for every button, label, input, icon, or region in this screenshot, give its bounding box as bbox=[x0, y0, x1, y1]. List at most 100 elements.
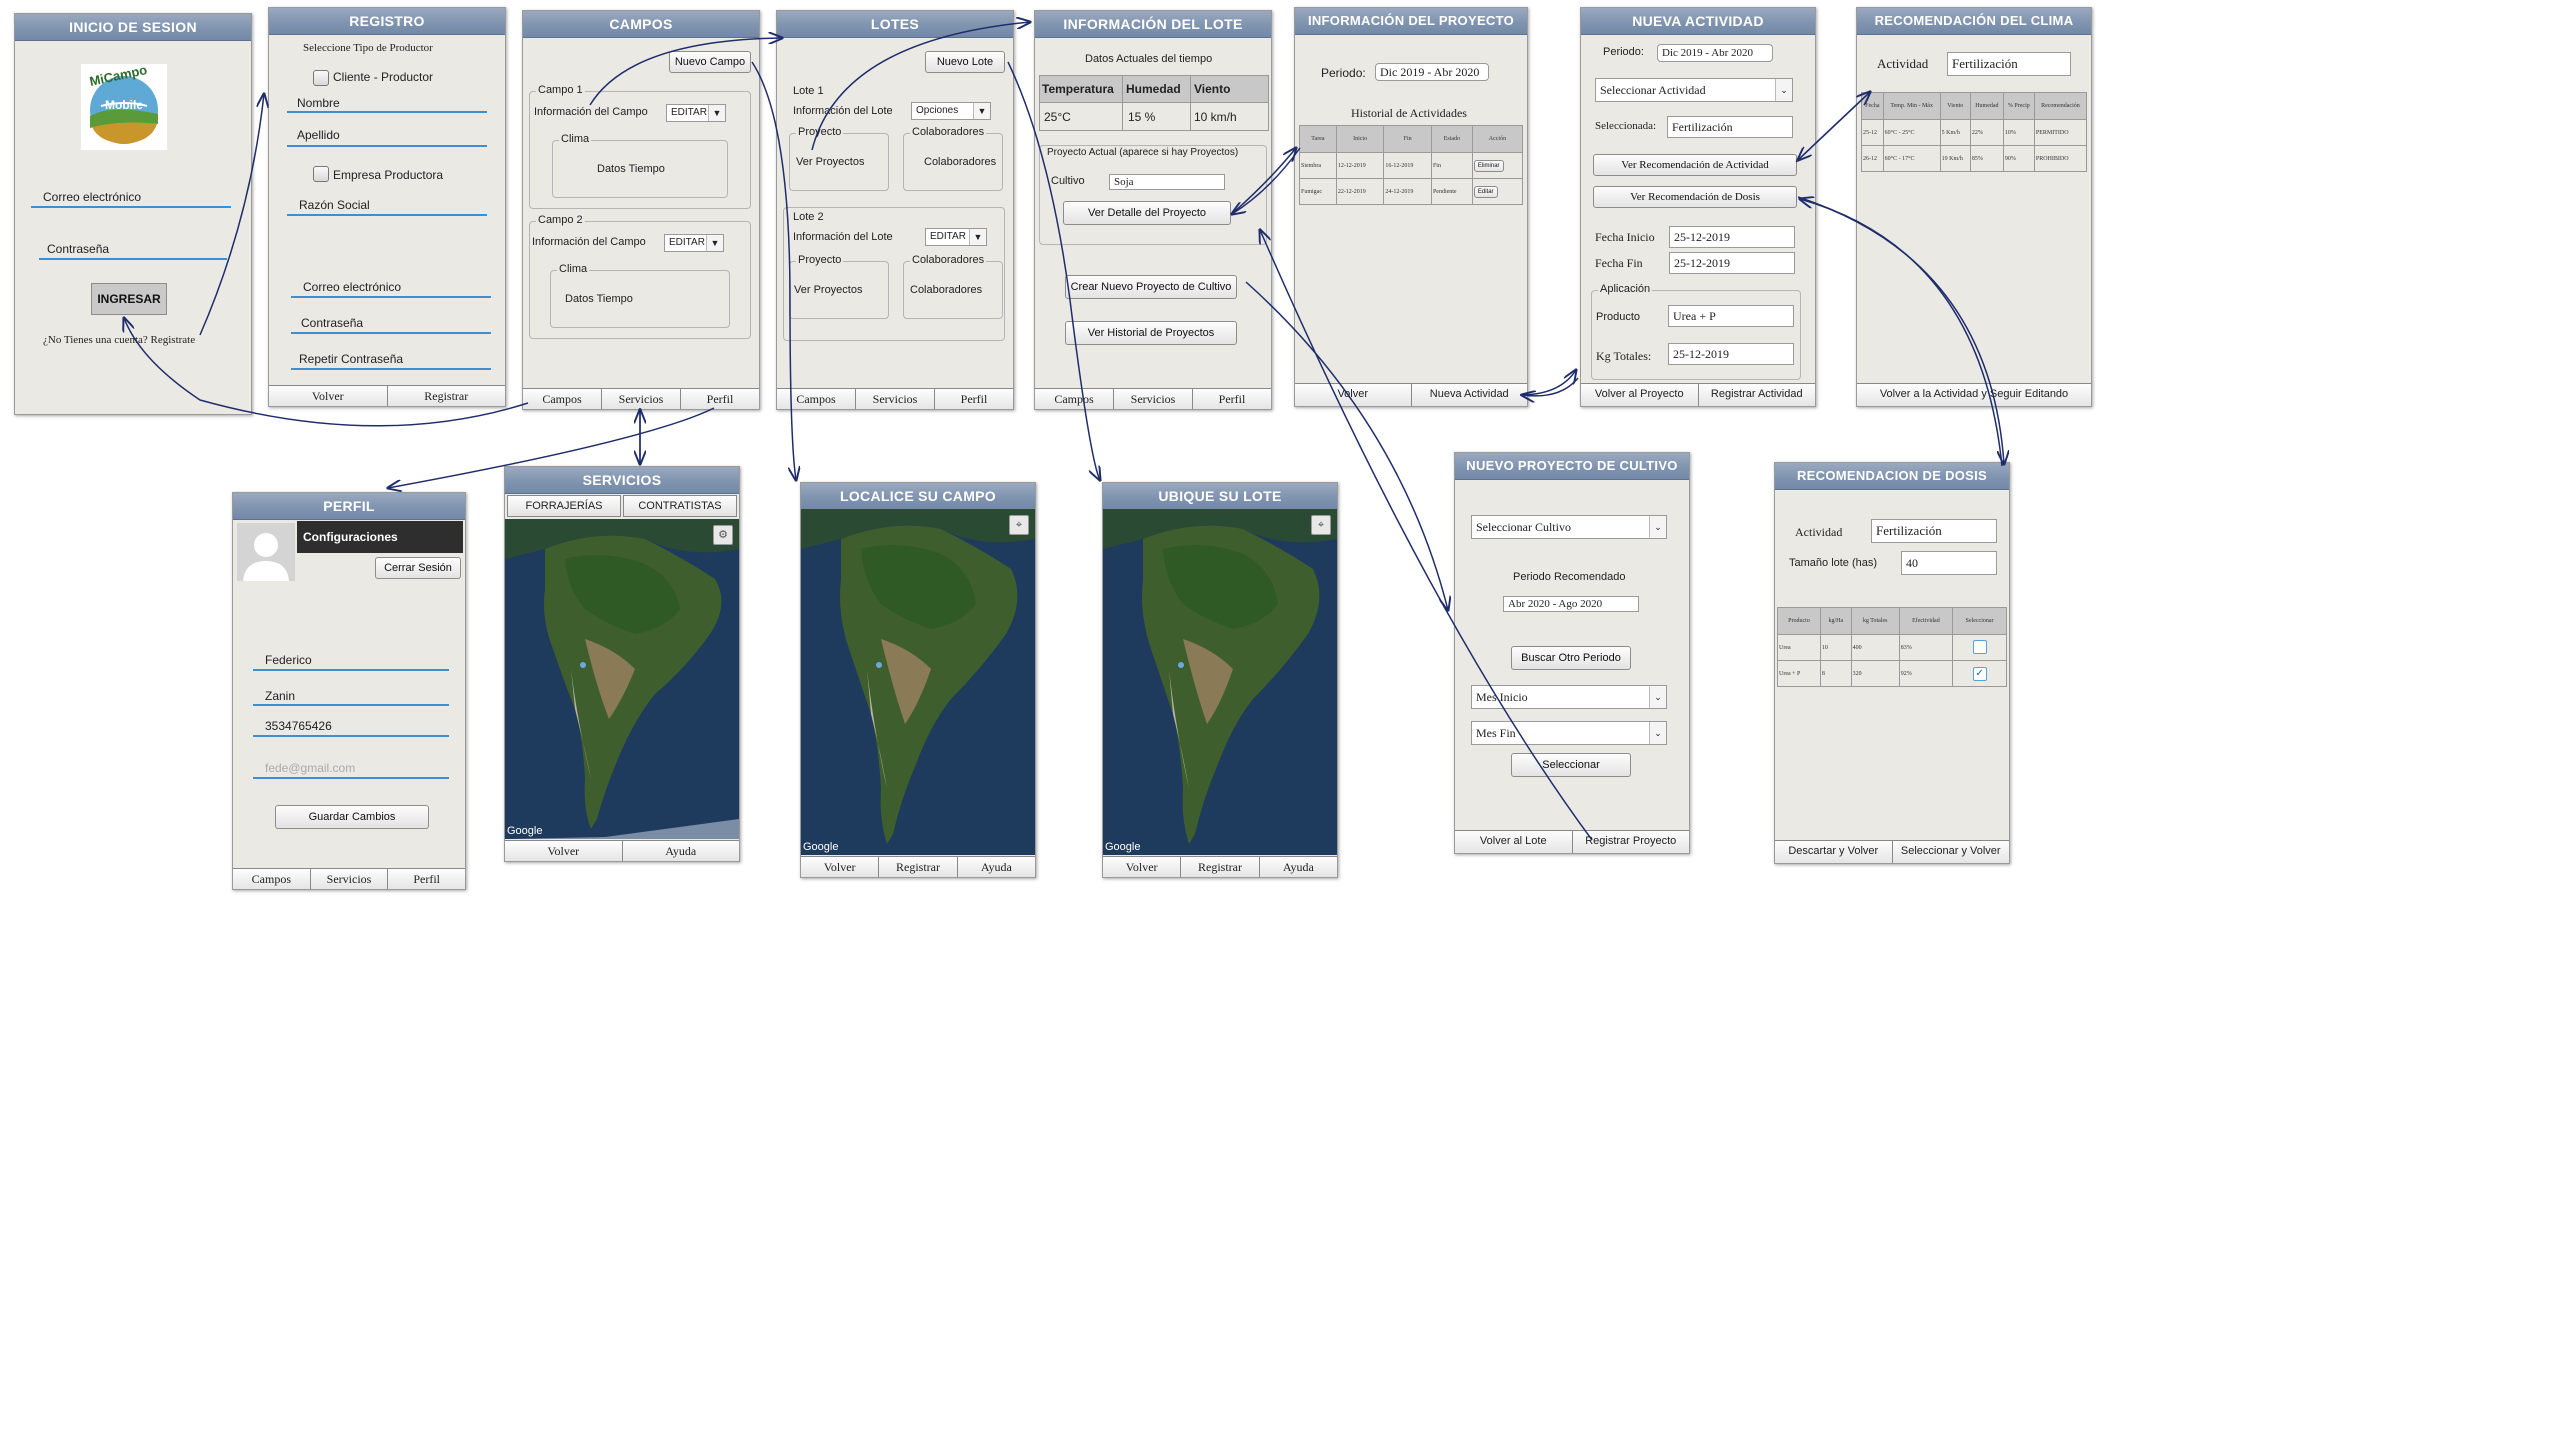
table-cell: Urea bbox=[1777, 634, 1821, 661]
mes-inicio-select[interactable]: Mes Inicio ⌄ bbox=[1471, 685, 1667, 709]
nav-ayuda[interactable]: Ayuda bbox=[1259, 857, 1337, 877]
razon-field[interactable] bbox=[287, 214, 487, 216]
nombre-field[interactable] bbox=[287, 111, 487, 113]
actividad-select[interactable]: Seleccionar Actividad ⌄ bbox=[1595, 78, 1793, 102]
campo-1-edit-select[interactable]: EDITAR ▼ bbox=[666, 104, 726, 122]
satellite-map[interactable]: ⚙ Google bbox=[505, 519, 739, 839]
nav-volver-lote[interactable]: Volver al Lote bbox=[1455, 831, 1573, 853]
tamano-value[interactable]: 40 bbox=[1901, 551, 1997, 575]
nav-registrar-proyecto[interactable]: Registrar Proyecto bbox=[1572, 831, 1689, 853]
weather-table: Temperatura Humedad Viento 25°C 15 % 10 … bbox=[1039, 75, 1269, 131]
nav-servicios[interactable]: Servicios bbox=[1114, 389, 1193, 409]
action-button[interactable]: Eliminar bbox=[1473, 159, 1504, 172]
satellite-map[interactable]: ⌖ Google bbox=[1103, 509, 1337, 855]
locate-icon[interactable]: ⌖ bbox=[1311, 515, 1331, 535]
nav-volver[interactable]: Volver bbox=[1295, 384, 1412, 406]
nav-perfil[interactable]: Perfil bbox=[1193, 389, 1271, 409]
checkbox-icon[interactable] bbox=[1972, 639, 1987, 654]
nav-volver[interactable]: Volver bbox=[801, 857, 880, 877]
table-cell: Urea + P bbox=[1777, 660, 1821, 687]
cerrar-sesion-button[interactable]: Cerrar Sesión bbox=[375, 557, 461, 579]
tab-contratistas[interactable]: CONTRATISTAS bbox=[623, 495, 737, 517]
table-row: Fumigac 22-12-2019 24-12-2019 Pendiente Edit… bbox=[1299, 178, 1524, 205]
empresa-checkbox[interactable] bbox=[313, 166, 329, 182]
nav-volver-proyecto[interactable]: Volver al Proyecto bbox=[1581, 384, 1699, 406]
cultivo-select[interactable]: Seleccionar Cultivo ⌄ bbox=[1471, 515, 1667, 539]
map-settings-icon[interactable]: ⚙ bbox=[713, 525, 733, 545]
producto-value[interactable]: Urea + P bbox=[1668, 305, 1794, 327]
satellite-map[interactable]: ⌖ Google bbox=[801, 509, 1035, 855]
nav-servicios[interactable]: Servicios bbox=[602, 389, 681, 409]
nav-volver[interactable]: Volver bbox=[1103, 857, 1182, 877]
nav-campos[interactable]: Campos bbox=[1035, 389, 1114, 409]
nav-nueva-actividad[interactable]: Nueva Actividad bbox=[1411, 384, 1527, 406]
email-field[interactable] bbox=[31, 206, 231, 208]
nav-campos[interactable]: Campos bbox=[233, 869, 311, 889]
screen-localice-campo: LOCALICE SU CAMPO ⌖ Google Volver Regist… bbox=[800, 482, 1036, 878]
lote-2-edit-select[interactable]: EDITAR ▼ bbox=[925, 228, 987, 246]
configuraciones-bar[interactable]: Configuraciones bbox=[297, 521, 463, 553]
nav-descartar[interactable]: Descartar y Volver bbox=[1775, 841, 1893, 863]
repeat-password-field[interactable] bbox=[291, 368, 491, 370]
nav-registrar[interactable]: Registrar bbox=[879, 857, 958, 877]
client-checkbox[interactable] bbox=[313, 70, 329, 86]
nav-ayuda[interactable]: Ayuda bbox=[622, 841, 739, 861]
kg-value[interactable]: 25-12-2019 bbox=[1668, 343, 1794, 365]
nav-registrar[interactable]: Registrar bbox=[1181, 857, 1260, 877]
ver-proyectos-link[interactable]: Ver Proyectos bbox=[794, 284, 862, 296]
seleccionar-button[interactable]: Seleccionar bbox=[1511, 753, 1631, 777]
ver-detalle-button[interactable]: Ver Detalle del Proyecto bbox=[1063, 201, 1231, 225]
historial-button[interactable]: Ver Historial de Proyectos bbox=[1065, 321, 1237, 345]
nav-perfil[interactable]: Perfil bbox=[935, 389, 1013, 409]
nav-volver[interactable]: Volver bbox=[505, 841, 623, 861]
fecha-inicio-value[interactable]: 25-12-2019 bbox=[1669, 226, 1795, 248]
chevron-down-icon: ▼ bbox=[708, 105, 725, 121]
mes-fin-select[interactable]: Mes Fin ⌄ bbox=[1471, 721, 1667, 745]
action-button[interactable]: Editar bbox=[1473, 185, 1498, 198]
nuevo-lote-button[interactable]: Nuevo Lote bbox=[925, 51, 1005, 73]
tab-forrajerias[interactable]: FORRAJERÍAS bbox=[507, 495, 621, 517]
actividad-value: Fertilización bbox=[1947, 52, 2071, 76]
colaboradores-link[interactable]: Colaboradores bbox=[910, 284, 982, 296]
nav-volver[interactable]: Volver bbox=[269, 386, 388, 406]
crear-proyecto-button[interactable]: Crear Nuevo Proyecto de Cultivo bbox=[1065, 275, 1237, 299]
login-button[interactable]: INGRESAR bbox=[91, 283, 167, 315]
nav-seleccionar[interactable]: Seleccionar y Volver bbox=[1892, 841, 2009, 863]
email-field[interactable] bbox=[253, 777, 449, 779]
register-link[interactable]: ¿No Tienes una cuenta? Registrate bbox=[43, 334, 195, 346]
logo-text-bottom: Mobile bbox=[105, 98, 143, 112]
ver-rec-actividad-button[interactable]: Ver Recomendación de Actividad bbox=[1593, 154, 1797, 176]
nav-campos[interactable]: Campos bbox=[523, 389, 602, 409]
lote-1-opciones-select[interactable]: Opciones ▼ bbox=[911, 102, 991, 120]
nav-perfil[interactable]: Perfil bbox=[388, 869, 465, 889]
password-field[interactable] bbox=[291, 332, 491, 334]
buscar-periodo-button[interactable]: Buscar Otro Periodo bbox=[1511, 646, 1631, 670]
nombre-field[interactable] bbox=[253, 669, 449, 671]
guardar-cambios-button[interactable]: Guardar Cambios bbox=[275, 805, 429, 829]
colaboradores-link[interactable]: Colaboradores bbox=[924, 156, 996, 168]
ver-rec-dosis-button[interactable]: Ver Recomendación de Dosis bbox=[1593, 186, 1797, 208]
table-header-row: Producto kg/Ha kg Totales Efectividad Selecc… bbox=[1777, 607, 2007, 635]
screen-title: SERVICIOS bbox=[505, 467, 739, 494]
campo-2-edit-select[interactable]: EDITAR ▼ bbox=[664, 234, 724, 252]
email-field[interactable] bbox=[291, 296, 491, 298]
nav-campos[interactable]: Campos bbox=[777, 389, 856, 409]
nav-servicios[interactable]: Servicios bbox=[310, 869, 389, 889]
locate-icon[interactable]: ⌖ bbox=[1009, 515, 1029, 535]
fecha-fin-value[interactable]: 25-12-2019 bbox=[1669, 252, 1795, 274]
nav-servicios[interactable]: Servicios bbox=[856, 389, 935, 409]
nav-registrar-actividad[interactable]: Registrar Actividad bbox=[1698, 384, 1815, 406]
nav-registrar[interactable]: Registrar bbox=[387, 386, 505, 406]
ver-proyectos-link[interactable]: Ver Proyectos bbox=[796, 156, 864, 168]
telefono-field[interactable] bbox=[253, 735, 449, 737]
nav-perfil[interactable]: Perfil bbox=[681, 389, 759, 409]
table-cell: 92% bbox=[1898, 660, 1954, 687]
nuevo-campo-button[interactable]: Nuevo Campo bbox=[669, 51, 751, 73]
screen-nuevo-proyecto: NUEVO PROYECTO DE CULTIVO Seleccionar Cu… bbox=[1454, 452, 1690, 854]
checked-checkbox-icon[interactable]: ✓ bbox=[1972, 666, 1987, 681]
password-field[interactable] bbox=[39, 258, 227, 260]
apellido-field[interactable] bbox=[253, 704, 449, 706]
nav-volver-actividad[interactable]: Volver a la Actividad y Seguir Editando bbox=[1857, 384, 2091, 406]
nav-ayuda[interactable]: Ayuda bbox=[957, 857, 1035, 877]
apellido-field[interactable] bbox=[287, 145, 487, 147]
